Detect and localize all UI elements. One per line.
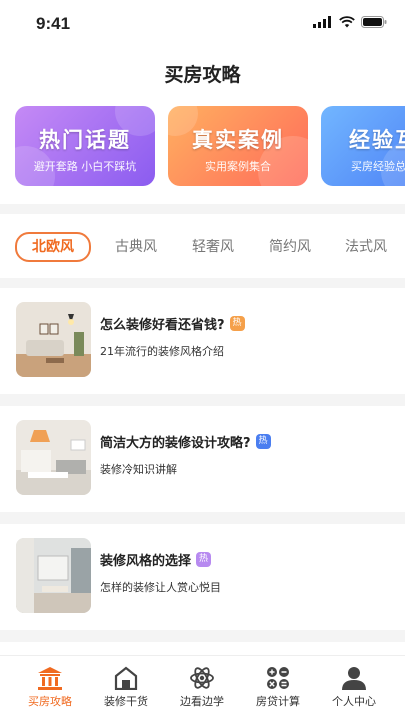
article-thumbnail — [16, 538, 91, 613]
tab-label: 房贷计算 — [256, 695, 300, 708]
tab-label: 买房攻略 — [28, 695, 72, 708]
banner-carousel[interactable]: 热门话题 避开套路 小白不踩坑 真实案例 实用案例集合 经验互 买房经验总 — [0, 96, 405, 204]
banner-subtitle: 避开套路 小白不踩坑 — [33, 160, 137, 173]
tab-french[interactable]: 法式风 — [336, 234, 396, 260]
tab-decoration[interactable]: 装修干货 — [88, 666, 164, 709]
tab-nordic[interactable]: 北欧风 — [15, 232, 91, 262]
tab-buy-guide[interactable]: 买房攻略 — [12, 666, 88, 709]
article-subtitle: 装修冷知识讲解 — [100, 463, 177, 476]
article-thumbnail — [16, 302, 91, 377]
building-icon — [38, 667, 62, 690]
list-item[interactable]: 怎么装修好看还省钱? 热 21年流行的装修风格介绍 — [0, 288, 405, 394]
tab-label: 装修干货 — [104, 695, 148, 708]
banner-subtitle: 实用案例集合 — [205, 160, 271, 173]
article-title: 简洁大方的装修设计攻略? — [100, 436, 251, 451]
battery-icon — [361, 16, 387, 28]
person-icon — [342, 667, 366, 690]
hot-badge: 热 — [229, 316, 245, 331]
article-thumbnail — [16, 420, 91, 495]
style-tabs: 北欧风 古典风 轻奢风 简约风 法式风 — [0, 214, 405, 278]
tab-profile[interactable]: 个人中心 — [316, 666, 392, 709]
tab-label: 个人中心 — [332, 695, 376, 708]
status-time: 9:41 — [36, 14, 71, 33]
hot-badge: 热 — [196, 552, 212, 567]
page-title: 买房攻略 — [164, 64, 241, 86]
bottom-tab-bar: 买房攻略 装修干货 边看边学 房贷计算 个人中心 — [0, 655, 405, 721]
tab-classical[interactable]: 古典风 — [106, 234, 166, 260]
tab-label: 边看边学 — [180, 695, 224, 708]
calculator-icon — [267, 667, 289, 689]
house-icon — [114, 666, 138, 690]
banner-real-cases[interactable]: 真实案例 实用案例集合 — [168, 106, 308, 186]
article-subtitle: 21年流行的装修风格介绍 — [100, 345, 224, 358]
hot-badge: 热 — [255, 434, 271, 449]
signal-icon — [313, 16, 331, 28]
status-bar: 9:41 — [0, 0, 405, 48]
header: 买房攻略 — [0, 48, 405, 96]
tab-light-luxury[interactable]: 轻奢风 — [183, 234, 243, 260]
article-title: 怎么装修好看还省钱? — [100, 318, 225, 333]
article-title: 装修风格的选择 — [100, 554, 192, 569]
banner-experience[interactable]: 经验互 买房经验总 — [321, 106, 405, 186]
list-item[interactable]: 简洁大方的装修设计攻略? 热 装修冷知识讲解 — [0, 406, 405, 512]
tab-mortgage[interactable]: 房贷计算 — [240, 666, 316, 709]
banner-subtitle: 买房经验总 — [351, 160, 405, 173]
article-subtitle: 怎样的装修让人赏心悦目 — [100, 581, 221, 594]
wifi-icon — [339, 16, 355, 28]
tab-minimal[interactable]: 简约风 — [260, 234, 320, 260]
list-item[interactable]: 装修风格的选择 热 怎样的装修让人赏心悦目 — [0, 524, 405, 630]
banner-hot-topics[interactable]: 热门话题 避开套路 小白不踩坑 — [15, 106, 155, 186]
tab-learn[interactable]: 边看边学 — [164, 666, 240, 709]
atom-icon — [190, 667, 214, 689]
